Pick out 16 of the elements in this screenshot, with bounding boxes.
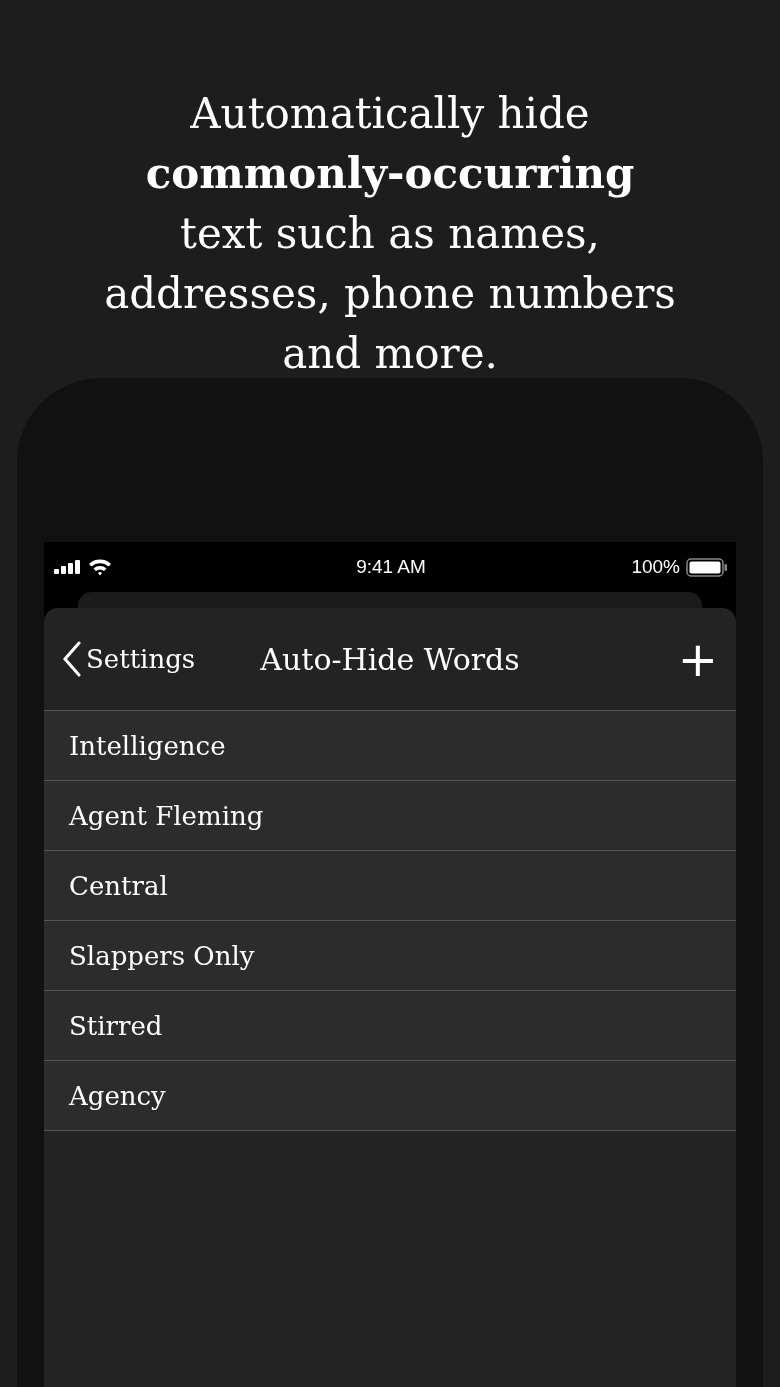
wifi-icon [88,558,112,576]
word-row[interactable]: Stirred [44,991,736,1061]
back-button[interactable]: Settings [62,641,252,677]
word-row[interactable]: Slappers Only [44,921,736,991]
word-row[interactable]: Agent Fleming [44,781,736,851]
word-row[interactable]: Intelligence [44,711,736,781]
battery-icon [686,557,728,577]
headline: Automatically hide commonly-occurring text such as names, addresses, phone numbers and more. [103,88,677,380]
add-button[interactable]: + [677,635,718,683]
chevron-left-icon [62,641,82,677]
signal-icon [54,560,82,574]
word-row[interactable]: Central [44,851,736,921]
battery-percent: 100% [631,556,680,578]
nav-title: Auto-Hide Words [259,641,521,677]
word-row[interactable]: Agency [44,1061,736,1131]
status-time: 9:41 AM [356,556,426,578]
